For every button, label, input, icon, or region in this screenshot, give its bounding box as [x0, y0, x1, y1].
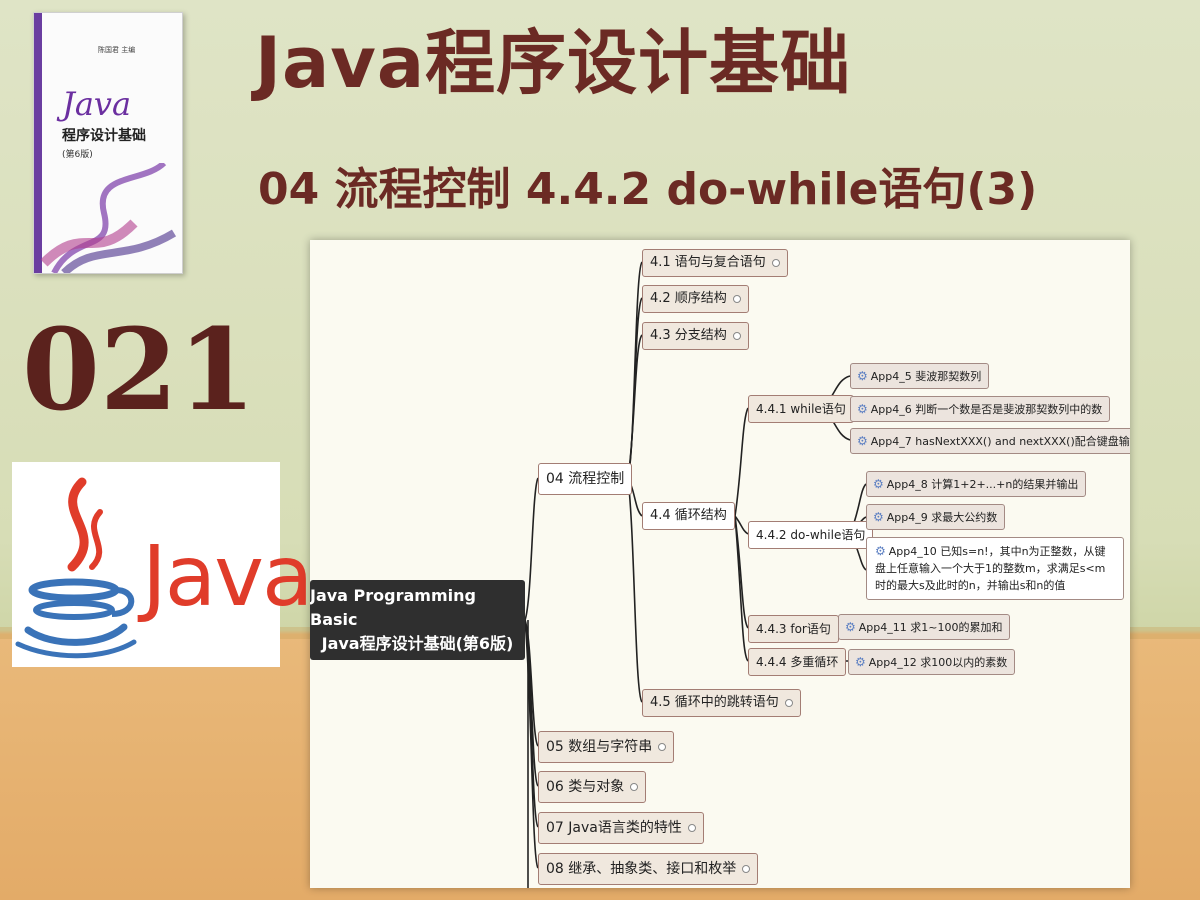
node-s43[interactable]: 4.3 分支结构	[642, 322, 749, 350]
leaf-app4-9[interactable]: ⚙ App4_9 求最大公约数	[866, 504, 1006, 530]
node-s443[interactable]: 4.4.3 for语句	[748, 615, 839, 643]
root-line2: Java程序设计基础(第6版)	[321, 634, 514, 653]
leaf-app4-12[interactable]: ⚙ App4_12 求100以内的素数	[848, 649, 1016, 675]
expand-dot-icon[interactable]	[687, 824, 696, 832]
gear-icon: ⚙	[873, 510, 884, 524]
node-s442[interactable]: 4.4.2 do-while语句	[748, 521, 874, 549]
java-logo: Java	[12, 462, 313, 667]
node-chapter08[interactable]: 08 继承、抽象类、接口和枚举	[538, 853, 759, 885]
node-s42[interactable]: 4.2 顺序结构	[642, 285, 749, 313]
expand-dot-icon[interactable]	[771, 258, 780, 267]
leaf-app4-10[interactable]: ⚙ App4_10 已知s=n!，其中n为正整数，从键盘上任意输入一个大于1的整数…	[866, 537, 1124, 600]
book-cover: 陈国君 主编 Java 程序设计基础 (第6版)	[33, 12, 183, 274]
gear-icon: ⚙	[857, 369, 868, 383]
gear-icon: ⚙	[857, 402, 868, 416]
page-title: Java程序设计基础	[255, 22, 852, 104]
gear-icon: ⚙	[873, 477, 884, 491]
book-smoke-art	[40, 163, 177, 273]
expand-dot-icon[interactable]	[658, 743, 667, 751]
book-name: 程序设计基础	[62, 128, 146, 144]
java-cup-icon	[15, 477, 137, 659]
node-s41[interactable]: 4.1 语句与复合语句	[642, 249, 788, 277]
leaf-app4-5[interactable]: ⚙ App4_5 斐波那契数列	[850, 363, 990, 389]
leaf-app4-11[interactable]: ⚙ App4_11 求1~100的累加和	[838, 614, 1011, 640]
node-s44[interactable]: 4.4 循环结构	[642, 502, 735, 530]
node-s45[interactable]: 4.5 循环中的跳转语句	[642, 689, 801, 717]
root-line1: Java Programming Basic	[310, 586, 476, 629]
expand-dot-icon[interactable]	[784, 698, 793, 707]
expand-dot-icon[interactable]	[732, 294, 741, 303]
node-s441[interactable]: 4.4.1 while语句	[748, 395, 854, 423]
book-author: 陈国君 主编	[98, 46, 136, 54]
mindmap-canvas[interactable]: Java Programming Basic Java程序设计基础(第6版) 0…	[310, 240, 1130, 888]
gear-icon: ⚙	[855, 655, 866, 669]
gear-icon: ⚙	[875, 544, 886, 558]
book-edition: (第6版)	[62, 150, 93, 160]
leaf-app4-7[interactable]: ⚙ App4_7 hasNextXXX() and nextXXX()配合键盘输入	[850, 428, 1130, 454]
book-java: Java	[62, 85, 132, 123]
expand-dot-icon[interactable]	[732, 331, 741, 340]
expand-dot-icon[interactable]	[742, 865, 751, 873]
node-chapter05[interactable]: 05 数组与字符串	[538, 731, 675, 763]
gear-icon: ⚙	[845, 620, 856, 634]
java-wordmark: Java	[142, 527, 313, 625]
mindmap-root[interactable]: Java Programming Basic Java程序设计基础(第6版)	[310, 580, 525, 660]
episode-number: 021	[22, 305, 256, 436]
page-subtitle: 04 流程控制 4.4.2 do-while语句(3)	[258, 164, 1038, 215]
leaf-app4-6[interactable]: ⚙ App4_6 判断一个数是否是斐波那契数列中的数	[850, 396, 1111, 422]
gear-icon: ⚙	[857, 434, 868, 448]
node-chapter04[interactable]: 04 流程控制	[538, 463, 633, 495]
leaf-app4-8[interactable]: ⚙ App4_8 计算1+2+...+n的结果并输出	[866, 471, 1087, 497]
node-s444[interactable]: 4.4.4 多重循环	[748, 648, 847, 676]
expand-dot-icon[interactable]	[630, 783, 639, 791]
node-chapter06[interactable]: 06 类与对象	[538, 771, 647, 803]
node-chapter07[interactable]: 07 Java语言类的特性	[538, 812, 704, 844]
